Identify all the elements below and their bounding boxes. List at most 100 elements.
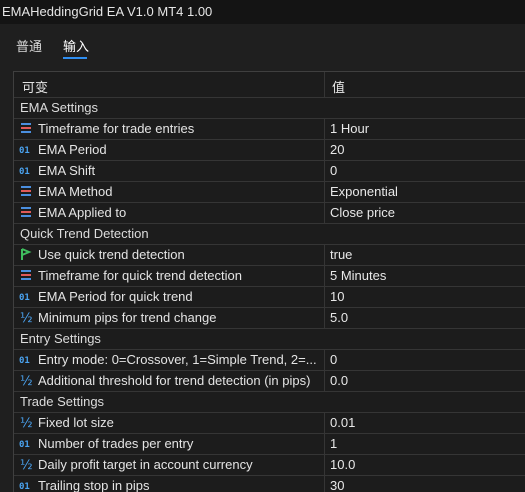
parameter-value[interactable]: 0.01 [330, 415, 355, 430]
table-row[interactable]: Timeframe for quick trend detection 5 Min… [14, 265, 525, 287]
table-row[interactable]: Use quick trend detection true [14, 244, 525, 266]
window-title: EMAHeddingGrid EA V1.0 MT4 1.00 [2, 4, 213, 19]
column-header-value[interactable]: 值 [332, 77, 345, 96]
table-row[interactable]: 01 EMA Shift 0 [14, 160, 525, 182]
list-icon [21, 123, 31, 133]
section-label: Quick Trend Detection [20, 226, 149, 241]
parameter-value[interactable]: 30 [330, 478, 344, 492]
parameter-name: Additional threshold for trend detection… [38, 373, 311, 388]
parameter-value[interactable]: 0 [330, 352, 337, 367]
svg-text:01: 01 [19, 167, 30, 177]
name-cell: 01 EMA Period [14, 139, 325, 160]
table-row[interactable]: EMA Applied to Close price [14, 202, 525, 224]
parameter-name: EMA Applied to [38, 205, 127, 220]
svg-text:½: ½ [20, 458, 33, 471]
parameter-name: Minimum pips for trend change [38, 310, 217, 325]
parameter-value[interactable]: 5 Minutes [330, 268, 386, 283]
table-header: 可变 值 [14, 72, 525, 98]
name-cell: 01 EMA Period for quick trend [14, 286, 325, 307]
inputs-table: 可变 值 EMA Settings Timeframe for trade ent… [13, 71, 525, 492]
parameter-value[interactable]: true [330, 247, 352, 262]
svg-text:01: 01 [19, 440, 30, 450]
double-icon: ½ [20, 311, 33, 324]
table-row[interactable]: ½ Minimum pips for trend change 5.0 [14, 307, 525, 329]
name-cell: EMA Settings [14, 97, 325, 118]
svg-text:01: 01 [19, 293, 30, 303]
list-icon [21, 270, 31, 280]
parameter-value[interactable]: 5.0 [330, 310, 348, 325]
integer-icon: 01 [19, 356, 30, 366]
integer-icon: 01 [19, 440, 30, 450]
svg-text:01: 01 [19, 146, 30, 156]
double-icon: ½ [20, 374, 33, 387]
parameter-name: EMA Period for quick trend [38, 289, 193, 304]
svg-text:01: 01 [19, 356, 30, 366]
parameter-name: Number of trades per entry [38, 436, 194, 451]
double-icon: ½ [20, 458, 33, 471]
integer-icon: 01 [19, 293, 30, 303]
parameter-name: Entry mode: 0=Crossover, 1=Simple Trend,… [38, 352, 317, 367]
column-header-variable[interactable]: 可变 [22, 77, 48, 96]
tab-inputs[interactable]: 输入 [63, 36, 89, 55]
active-tab-indicator [63, 57, 87, 59]
parameter-value[interactable]: 10.0 [330, 457, 355, 472]
table-row[interactable]: EMA Method Exponential [14, 181, 525, 203]
parameter-name: Timeframe for quick trend detection [38, 268, 242, 283]
name-cell: 01 Trailing stop in pips [14, 475, 325, 492]
parameter-name: Daily profit target in account currency [38, 457, 253, 472]
name-cell: ½ Daily profit target in account currency [14, 454, 325, 475]
list-icon [21, 186, 31, 196]
section-row: Trade Settings [14, 391, 525, 413]
name-cell: 01 Entry mode: 0=Crossover, 1=Simple Tren… [14, 349, 325, 370]
table-row[interactable]: ½ Daily profit target in account currency… [14, 454, 525, 476]
parameter-name: EMA Shift [38, 163, 96, 178]
name-cell: ½ Minimum pips for trend change [14, 307, 325, 328]
title-bar: EMAHeddingGrid EA V1.0 MT4 1.00 [0, 0, 525, 25]
parameter-value[interactable]: Exponential [330, 184, 398, 199]
svg-text:½: ½ [20, 416, 33, 429]
name-cell: Trade Settings [14, 391, 325, 412]
list-icon [21, 207, 31, 217]
table-row[interactable]: 01 EMA Period for quick trend 10 [14, 286, 525, 308]
name-cell: Use quick trend detection [14, 244, 325, 265]
name-cell: Timeframe for quick trend detection [14, 265, 325, 286]
parameter-name: Use quick trend detection [38, 247, 185, 262]
parameter-value[interactable]: Close price [330, 205, 395, 220]
name-cell: 01 EMA Shift [14, 160, 325, 181]
section-label: EMA Settings [20, 100, 99, 115]
section-row: Quick Trend Detection [14, 223, 525, 245]
name-cell: Timeframe for trade entries [14, 118, 325, 139]
tab-common[interactable]: 普通 [16, 36, 42, 55]
name-cell: EMA Applied to [14, 202, 325, 223]
section-row: Entry Settings [14, 328, 525, 350]
table-row[interactable]: ½ Additional threshold for trend detectio… [14, 370, 525, 392]
table-row[interactable]: 01 Number of trades per entry 1 [14, 433, 525, 455]
table-row[interactable]: 01 Entry mode: 0=Crossover, 1=Simple Tren… [14, 349, 525, 371]
section-label: Entry Settings [20, 331, 101, 346]
integer-icon: 01 [19, 482, 30, 492]
table-row[interactable]: 01 EMA Period 20 [14, 139, 525, 161]
parameter-name: EMA Period [38, 142, 107, 157]
table-row[interactable]: Timeframe for trade entries 1 Hour [14, 118, 525, 140]
parameter-value[interactable]: 10 [330, 289, 344, 304]
parameter-name: EMA Method [38, 184, 113, 199]
integer-icon: 01 [19, 167, 30, 177]
parameter-value[interactable]: 20 [330, 142, 344, 157]
table-row[interactable]: ½ Fixed lot size 0.01 [14, 412, 525, 434]
name-cell: EMA Method [14, 181, 325, 202]
name-cell: ½ Additional threshold for trend detectio… [14, 370, 325, 391]
parameter-value[interactable]: 0.0 [330, 373, 348, 388]
section-label: Trade Settings [20, 394, 105, 409]
parameter-value[interactable]: 1 [330, 436, 337, 451]
parameter-value[interactable]: 0 [330, 163, 337, 178]
name-cell: ½ Fixed lot size [14, 412, 325, 433]
boolean-icon [21, 248, 32, 260]
svg-text:½: ½ [20, 311, 33, 324]
svg-text:½: ½ [20, 374, 33, 387]
parameter-value[interactable]: 1 Hour [330, 121, 369, 136]
parameter-name: Timeframe for trade entries [38, 121, 195, 136]
section-row: EMA Settings [14, 97, 525, 119]
double-icon: ½ [20, 416, 33, 429]
name-cell: Entry Settings [14, 328, 325, 349]
table-row[interactable]: 01 Trailing stop in pips 30 [14, 475, 525, 492]
